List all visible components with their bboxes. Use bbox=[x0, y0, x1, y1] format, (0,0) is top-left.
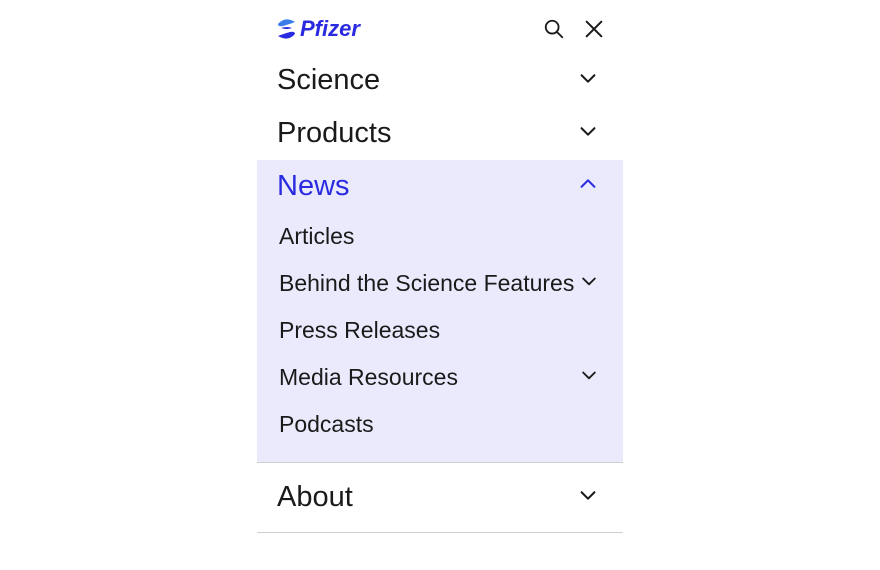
nav-item-science[interactable]: Science bbox=[257, 54, 623, 107]
menu-header: Pfizer bbox=[257, 0, 623, 54]
nav-item-news[interactable]: News bbox=[257, 160, 623, 213]
search-icon bbox=[543, 18, 565, 40]
submenu-item-press-releases[interactable]: Press Releases bbox=[257, 307, 623, 354]
mobile-nav-menu: Pfizer Science bbox=[257, 0, 623, 533]
nav-item-about[interactable]: About bbox=[257, 463, 623, 532]
nav-item-label: Science bbox=[277, 64, 380, 97]
close-icon bbox=[583, 18, 605, 40]
divider bbox=[257, 532, 623, 533]
nav-item-label: Products bbox=[277, 117, 391, 150]
search-button[interactable] bbox=[543, 18, 565, 40]
submenu-item-label: Press Releases bbox=[279, 317, 440, 344]
submenu-item-behind-the-science[interactable]: Behind the Science Features bbox=[257, 260, 623, 307]
nav-item-products[interactable]: Products bbox=[257, 107, 623, 160]
submenu-item-label: Behind the Science Features bbox=[279, 270, 574, 297]
chevron-down-icon bbox=[579, 271, 599, 296]
chevron-down-icon bbox=[579, 365, 599, 390]
chevron-up-icon bbox=[577, 173, 599, 200]
submenu-item-label: Articles bbox=[279, 223, 354, 250]
nav-item-label: About bbox=[277, 481, 353, 514]
submenu-news: Articles Behind the Science Features Pre… bbox=[257, 213, 623, 462]
chevron-down-icon bbox=[577, 484, 599, 511]
chevron-down-icon bbox=[577, 120, 599, 147]
pfizer-logo[interactable]: Pfizer bbox=[275, 14, 375, 44]
submenu-item-articles[interactable]: Articles bbox=[257, 213, 623, 260]
svg-text:Pfizer: Pfizer bbox=[300, 16, 361, 41]
submenu-item-label: Media Resources bbox=[279, 364, 458, 391]
nav-item-label: News bbox=[277, 170, 350, 203]
close-button[interactable] bbox=[583, 18, 605, 40]
chevron-down-icon bbox=[577, 67, 599, 94]
submenu-item-media-resources[interactable]: Media Resources bbox=[257, 354, 623, 401]
header-actions bbox=[543, 18, 605, 40]
submenu-item-podcasts[interactable]: Podcasts bbox=[257, 401, 623, 448]
submenu-item-label: Podcasts bbox=[279, 411, 374, 438]
